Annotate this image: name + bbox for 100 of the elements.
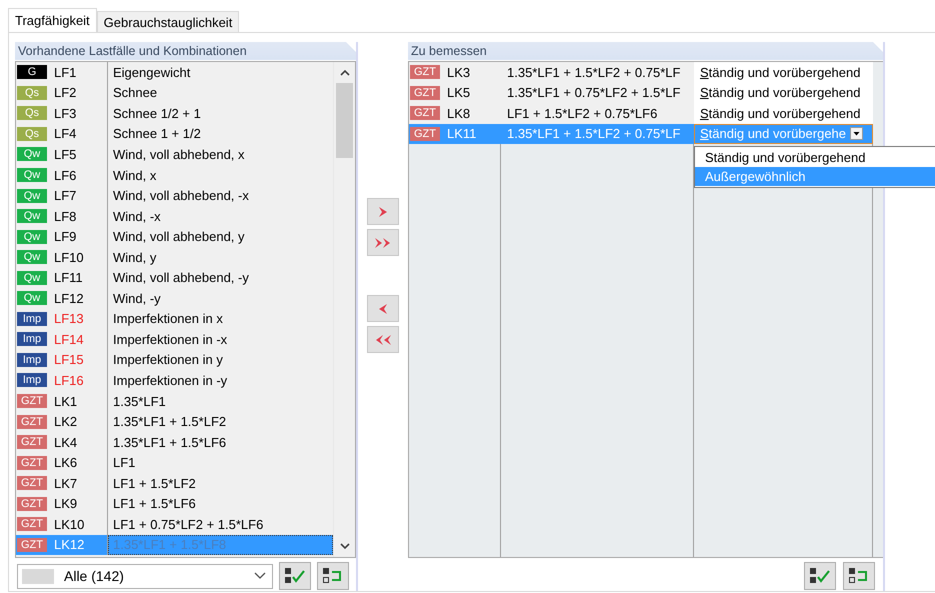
dropdown-option[interactable]: Ständig und vorübergehend <box>695 148 935 167</box>
list-row[interactable]: Imp LF15 Imperfektionen in y <box>16 350 333 370</box>
design-situation: Ständig und vorübergehend <box>700 106 860 121</box>
list-row[interactable]: Qw LF12 Wind, -y <box>16 288 333 309</box>
case-name: LK2 <box>54 414 78 430</box>
list-row[interactable]: Imp LF16 Imperfektionen in -y <box>16 370 333 391</box>
invert-selection-button[interactable] <box>843 562 875 590</box>
case-name: LF14 <box>54 332 84 347</box>
list-row[interactable]: Qw LF11 Wind, voll abhebend, -y <box>16 267 333 288</box>
case-description: LF1 + 1.5*LF6 <box>113 496 196 512</box>
case-description: LF1 <box>113 455 136 470</box>
case-description: Imperfektionen in -x <box>113 332 228 347</box>
case-description: Imperfektionen in -y <box>113 372 228 388</box>
type-badge: Qw <box>17 291 47 306</box>
case-description: Wind, voll abhebend, x <box>113 146 245 162</box>
type-badge: GZT <box>17 517 47 532</box>
type-badge: Qw <box>17 230 47 244</box>
case-description: LF1 + 1.5*LF2 <box>113 476 196 491</box>
select-all-button[interactable] <box>279 562 311 590</box>
group-title: Vorhandene Lastfälle und Kombinationen <box>15 42 356 60</box>
list-row[interactable]: Qs LF3 Schnee 1/2 + 1 <box>16 103 333 124</box>
checkbox-swap-icon <box>848 567 870 585</box>
list-row[interactable]: GZT LK6 LF1 <box>16 452 333 473</box>
list-row[interactable]: GZT LK7 LF1 + 1.5*LF2 <box>16 472 333 494</box>
remove-all-button[interactable] <box>367 326 399 353</box>
case-name: LK9 <box>54 496 78 512</box>
list-row[interactable]: GZT LK9 LF1 + 1.5*LF6 <box>16 493 333 514</box>
case-name: LF15 <box>54 352 84 368</box>
list-row[interactable]: GZT LK4 1.35*LF1 + 1.5*LF6 <box>16 432 333 452</box>
type-badge: GZT <box>17 456 47 470</box>
case-name: LF2 <box>54 85 76 100</box>
list-row[interactable]: GZT LK2 1.35*LF1 + 1.5*LF2 <box>16 411 333 432</box>
type-badge: Qw <box>17 188 47 203</box>
case-description: Schnee 1/2 + 1 <box>113 106 201 121</box>
list-row[interactable]: G LF1 Eigengewicht <box>16 62 333 83</box>
case-description: 1.35*LF1 + 1.5*LF6 <box>113 434 226 450</box>
table-row[interactable]: GZT LK3 1.35*LF1 + 1.5*LF2 + 0.75*LF Ständig und vorübergehend <box>409 62 883 83</box>
case-name: LF3 <box>54 106 76 121</box>
list-row[interactable]: Qs LF2 Schnee <box>16 82 333 104</box>
list-row[interactable]: Qs LF4 Schnee 1 + 1/2 <box>16 124 333 144</box>
scroll-up-icon[interactable] <box>340 69 350 76</box>
add-all-button[interactable] <box>367 229 399 256</box>
scrollbar[interactable] <box>333 62 355 557</box>
type-badge: Qw <box>17 209 47 224</box>
case-name: LF16 <box>54 372 84 388</box>
case-name: LF6 <box>54 168 76 182</box>
list-row[interactable]: Qw LF8 Wind, -x <box>16 206 333 226</box>
case-description: Imperfektionen in y <box>113 352 223 368</box>
tab[interactable]: Gebrauchstauglichkeit <box>96 11 240 32</box>
case-description: Wind, y <box>113 250 156 265</box>
filter-dropdown[interactable]: Alle (142) <box>17 564 273 588</box>
type-badge: Qs <box>17 126 47 141</box>
case-description: 1.35*LF1 <box>113 394 166 409</box>
type-badge: GZT <box>410 126 440 141</box>
type-badge: GZT <box>17 414 47 429</box>
checkbox-check-icon <box>809 567 831 585</box>
scroll-thumb[interactable] <box>336 83 353 158</box>
remove-button[interactable] <box>367 295 399 322</box>
case-description: 1.35*LF1 + 1.5*LF2 <box>113 414 226 430</box>
scroll-down-icon[interactable] <box>340 543 350 550</box>
table-row[interactable]: GZT LK5 1.35*LF1 + 0.75*LF2 + 1.5*LF Ständig und vorübergehend <box>409 82 883 104</box>
case-name: LF4 <box>54 126 76 142</box>
type-badge: Imp <box>17 312 47 326</box>
list-row[interactable]: Qw LF10 Wind, y <box>16 246 333 268</box>
case-name: LF13 <box>54 311 84 326</box>
list-row[interactable]: Imp LF14 Imperfektionen in -x <box>16 329 333 350</box>
table-row[interactable]: GZT LK8 LF1 + 1.5*LF2 + 0.75*LF6 Ständig und vorübergehend <box>409 103 883 124</box>
type-badge: Qs <box>17 106 47 120</box>
add-button[interactable] <box>367 198 399 225</box>
case-name: LF7 <box>54 188 76 204</box>
list-row[interactable]: Qw LF5 Wind, voll abhebend, x <box>16 144 333 165</box>
type-badge: Qw <box>17 270 47 285</box>
case-name: LK7 <box>54 476 78 491</box>
case-name: LK12 <box>54 537 84 552</box>
case-name: LK5 <box>447 85 470 100</box>
case-description: LF1 + 0.75*LF2 + 1.5*LF6 <box>113 516 264 532</box>
design-situation: Ständig und vorübergehend <box>700 85 860 100</box>
case-description: Wind, -x <box>113 208 161 224</box>
type-badge: Qs <box>17 86 47 100</box>
invert-selection-button[interactable] <box>317 562 349 590</box>
case-description: Wind, x <box>113 168 156 182</box>
case-name: LK6 <box>54 455 78 470</box>
list-row[interactable]: Qw LF7 Wind, voll abhebend, -x <box>16 185 333 206</box>
list-row[interactable]: Qw LF9 Wind, voll abhebend, y <box>16 226 333 247</box>
case-name: LK11 <box>447 126 476 142</box>
list-row[interactable]: Imp LF13 Imperfektionen in x <box>16 308 333 330</box>
case-description: 1.35*LF1 + 1.5*LF8 <box>113 537 226 552</box>
type-badge: Qw <box>17 168 47 182</box>
case-name: LK10 <box>54 516 84 532</box>
group-title: Zu bemessen <box>408 42 883 60</box>
list-row[interactable]: GZT LK1 1.35*LF1 <box>16 390 333 412</box>
checkbox-check-icon <box>284 567 306 585</box>
case-description: Schnee <box>113 85 158 100</box>
select-all-button[interactable] <box>804 562 836 590</box>
case-description: Schnee 1 + 1/2 <box>113 126 201 142</box>
tab[interactable]: Tragfähigkeit <box>8 8 97 32</box>
list-row[interactable]: Qw LF6 Wind, x <box>16 164 333 186</box>
case-name: LK8 <box>447 106 470 121</box>
case-name: LF8 <box>54 208 76 224</box>
type-badge: GZT <box>410 86 440 100</box>
